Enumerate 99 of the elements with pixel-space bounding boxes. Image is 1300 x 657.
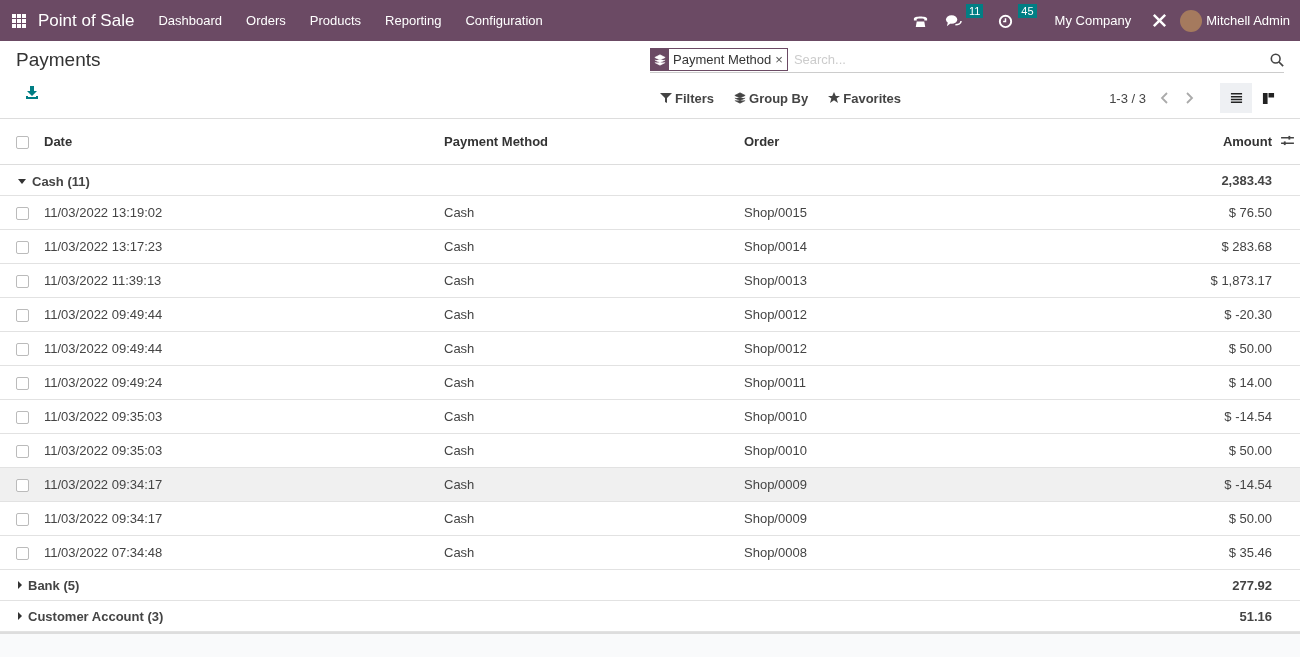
table-cell: $ 50.00 — [1007, 331, 1274, 366]
table-cell: Shop/0013 — [744, 263, 1008, 298]
table-cell: Shop/0010 — [744, 433, 1008, 468]
column-settings-icon[interactable] — [1280, 135, 1294, 146]
kanban-icon — [1261, 91, 1275, 105]
table-cell: 11/03/2022 09:35:03 — [44, 399, 444, 434]
search-facet[interactable]: Payment Method × — [650, 48, 788, 71]
row-checkbox[interactable] — [16, 445, 29, 459]
previous-page-icon[interactable] — [1160, 91, 1170, 105]
table-cell: 11/03/2022 13:19:02 — [44, 195, 444, 230]
group-total: 2,383.43 — [1007, 164, 1274, 196]
table-cell: $ 50.00 — [1007, 501, 1274, 536]
layers-icon — [654, 53, 666, 66]
star-icon — [828, 92, 841, 104]
column-header[interactable]: Payment Method — [444, 119, 744, 165]
table-cell: Shop/0009 — [744, 467, 1008, 502]
table-cell: Cash — [444, 365, 744, 400]
pager-value: 1-3 / 3 — [1109, 90, 1146, 106]
menu-item[interactable]: Configuration — [453, 13, 555, 28]
table-cell: 11/03/2022 09:49:44 — [44, 297, 444, 332]
table-cell: $ 76.50 — [1007, 195, 1274, 230]
table-cell: Shop/0008 — [744, 535, 1008, 570]
table-cell: Cash — [444, 433, 744, 468]
remove-facet-icon[interactable]: × — [775, 52, 787, 67]
row-checkbox[interactable] — [16, 207, 29, 221]
list-icon — [1229, 91, 1243, 105]
group-by-button[interactable]: Group By — [724, 90, 809, 106]
select-all-checkbox[interactable] — [16, 136, 29, 150]
column-header[interactable]: Amount — [1007, 119, 1274, 165]
table-cell: Cash — [444, 195, 744, 230]
column-header[interactable]: Date — [44, 119, 444, 165]
download-icon[interactable] — [25, 85, 39, 99]
table-cell: Shop/0015 — [744, 195, 1008, 230]
table-cell: Cash — [444, 535, 744, 570]
table-cell: 11/03/2022 09:34:17 — [44, 467, 444, 502]
table-cell: 11/03/2022 09:35:03 — [44, 433, 444, 468]
row-checkbox[interactable] — [16, 309, 29, 323]
row-checkbox[interactable] — [16, 275, 29, 289]
table-cell: 11/03/2022 07:34:48 — [44, 535, 444, 570]
activity-count-badge: 45 — [1018, 4, 1037, 18]
table-cell: Cash — [444, 467, 744, 502]
table-cell: $ 14.00 — [1007, 365, 1274, 400]
group-total: 51.16 — [1007, 600, 1274, 632]
menu-item[interactable]: Orders — [234, 13, 298, 28]
menu-item[interactable]: Dashboard — [146, 13, 234, 28]
table-cell: $ 50.00 — [1007, 433, 1274, 468]
favorites-button[interactable]: Favorites — [818, 90, 902, 106]
table-cell: Shop/0011 — [744, 365, 1008, 400]
column-header[interactable]: Order — [744, 119, 1008, 165]
table-cell: $ 35.46 — [1007, 535, 1274, 570]
clock-icon[interactable] — [997, 12, 1015, 29]
table-cell: $ 283.68 — [1007, 229, 1274, 264]
next-page-icon[interactable] — [1184, 91, 1194, 105]
row-checkbox[interactable] — [16, 241, 29, 255]
table-cell: $ -14.54 — [1007, 399, 1274, 434]
menu-item[interactable]: Products — [297, 13, 374, 28]
apps-menu-icon[interactable] — [12, 13, 26, 28]
user-avatar[interactable] — [1180, 9, 1203, 32]
filters-button[interactable]: Filters — [650, 90, 714, 106]
list-view-button[interactable] — [1220, 83, 1252, 113]
table-cell: $ 1,873.17 — [1007, 263, 1274, 298]
table-cell: Cash — [444, 399, 744, 434]
table-cell: 11/03/2022 11:39:13 — [44, 263, 444, 298]
app-title[interactable]: Point of Sale — [38, 10, 135, 31]
table-cell: Shop/0014 — [744, 229, 1008, 264]
page-title: Payments — [16, 48, 102, 71]
row-checkbox[interactable] — [16, 479, 29, 493]
table-cell: Shop/0010 — [744, 399, 1008, 434]
message-count-badge: 11 — [965, 4, 984, 18]
table-cell: 11/03/2022 09:49:44 — [44, 331, 444, 366]
table-cell: Cash — [444, 331, 744, 366]
group-header[interactable]: Customer Account (3) — [0, 608, 164, 624]
table-cell: Cash — [444, 501, 744, 536]
group-header[interactable]: Cash (11) — [0, 173, 90, 189]
row-checkbox[interactable] — [16, 377, 29, 391]
row-checkbox[interactable] — [16, 547, 29, 561]
row-checkbox[interactable] — [16, 513, 29, 527]
user-name[interactable]: Mitchell Admin — [1202, 13, 1290, 28]
layers-icon — [734, 92, 746, 104]
table-cell: 11/03/2022 13:17:23 — [44, 229, 444, 264]
table-cell: Cash — [444, 263, 744, 298]
table-cell: Shop/0012 — [744, 297, 1008, 332]
table-cell: $ -14.54 — [1007, 467, 1274, 502]
table-cell: Shop/0012 — [744, 331, 1008, 366]
row-checkbox[interactable] — [16, 411, 29, 425]
chat-icon[interactable] — [944, 12, 962, 29]
table-cell: Shop/0009 — [744, 501, 1008, 536]
company-switcher[interactable]: My Company — [1042, 13, 1144, 28]
table-cell: 11/03/2022 09:49:24 — [44, 365, 444, 400]
table-cell: Cash — [444, 297, 744, 332]
table-cell: 11/03/2022 09:34:17 — [44, 501, 444, 536]
filter-icon — [660, 92, 672, 104]
menu-item[interactable]: Reporting — [373, 13, 454, 28]
search-icon[interactable] — [1270, 52, 1284, 67]
group-total: 277.92 — [1007, 569, 1274, 601]
row-checkbox[interactable] — [16, 343, 29, 357]
table-cell: $ -20.30 — [1007, 297, 1274, 332]
table-cell: Cash — [444, 229, 744, 264]
group-header[interactable]: Bank (5) — [0, 577, 80, 593]
